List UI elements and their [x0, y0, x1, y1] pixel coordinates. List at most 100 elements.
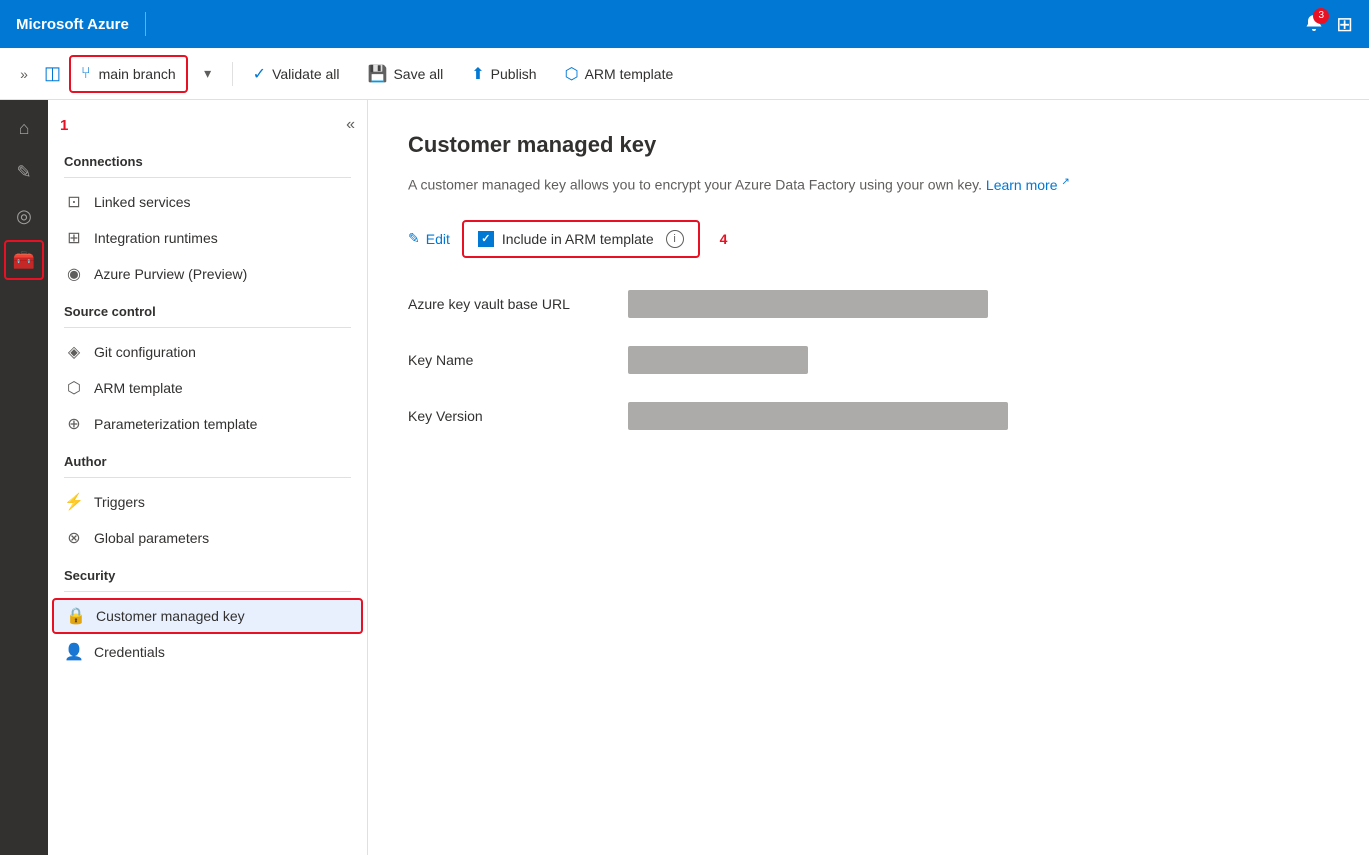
author-section-label: Author: [48, 442, 367, 475]
nav-item-global-parameters[interactable]: ⊗ Global parameters: [48, 520, 367, 556]
publish-icon: ⬆: [471, 64, 484, 84]
key-name-value: [628, 346, 808, 374]
save-all-label: Save all: [393, 66, 443, 82]
nav-item-parameterization-template[interactable]: ⊕ Parameterization template: [48, 406, 367, 442]
notification-badge: 3: [1313, 8, 1329, 24]
main-layout: ⌂ ✎ ◎ 🧰 2 1 « Connections ⊡ Linked servi…: [0, 100, 1369, 855]
git-config-icon: ◈: [64, 342, 84, 362]
home-icon: ⌂: [19, 118, 30, 139]
key-version-label: Key Version: [408, 408, 628, 424]
azure-key-vault-url-field: Azure key vault base URL: [408, 290, 1329, 318]
notification-icon[interactable]: 3: [1304, 13, 1324, 36]
branch-selector[interactable]: ⑂ main branch: [69, 55, 188, 93]
global-params-icon: ⊗: [64, 528, 84, 548]
info-icon-text: i: [673, 233, 675, 245]
key-name-label: Key Name: [408, 352, 628, 368]
security-section-label: Security: [48, 556, 367, 589]
expand-icon: »: [20, 66, 28, 82]
azure-purview-icon: ◉: [64, 264, 84, 284]
edit-row: ✎ Edit ✓ Include in ARM template i 4: [408, 220, 1329, 258]
arm-template-nav-icon: ⬡: [64, 378, 84, 398]
integration-runtimes-icon: ⊞: [64, 228, 84, 248]
edit-button[interactable]: ✎ Edit: [408, 230, 450, 247]
edit-pencil-icon: ✎: [408, 230, 420, 247]
author-icon: ✎: [16, 162, 31, 183]
save-all-button[interactable]: 💾 Save all: [356, 55, 456, 93]
nav-item-triggers[interactable]: ⚡ Triggers: [48, 484, 367, 520]
app-title: Microsoft Azure: [16, 16, 129, 33]
connections-section-label: Connections: [48, 142, 367, 175]
collapse-sidebar-button[interactable]: «: [346, 116, 355, 134]
expand-button[interactable]: »: [8, 58, 40, 90]
linked-services-icon: ⊡: [64, 192, 84, 212]
publish-button[interactable]: ⬆ Publish: [459, 55, 548, 93]
key-version-field: Key Version: [408, 402, 1329, 430]
git-config-label: Git configuration: [94, 344, 196, 360]
nav-item-credentials[interactable]: 👤 Credentials: [48, 634, 367, 670]
param-template-icon: ⊕: [64, 414, 84, 434]
sidebar-item-home[interactable]: ⌂: [4, 108, 44, 148]
include-arm-checkbox[interactable]: ✓: [478, 231, 494, 247]
key-version-value: [628, 402, 1008, 430]
edit-label: Edit: [426, 231, 450, 247]
description-text: A customer managed key allows you to enc…: [408, 177, 982, 193]
param-template-label: Parameterization template: [94, 416, 257, 432]
page-description: A customer managed key allows you to enc…: [408, 174, 1329, 196]
dropdown-icon: ▾: [204, 65, 211, 82]
nav-item-azure-purview[interactable]: ◉ Azure Purview (Preview): [48, 256, 367, 292]
top-bar: Microsoft Azure 3 ⊞: [0, 0, 1369, 48]
nav-item-git-configuration[interactable]: ◈ Git configuration: [48, 334, 367, 370]
nav-item-arm-template[interactable]: ⬡ ARM template: [48, 370, 367, 406]
arm-template-label: ARM template: [585, 66, 674, 82]
nav-sidebar: 1 « Connections ⊡ Linked services ⊞ Inte…: [48, 100, 368, 855]
learn-more-label: Learn more: [986, 177, 1058, 193]
learn-more-link[interactable]: Learn more ↗: [986, 177, 1070, 193]
publish-label: Publish: [491, 66, 537, 82]
arm-template-button[interactable]: ⬡ ARM template: [553, 55, 686, 93]
top-bar-divider: [145, 12, 146, 36]
monitor-icon: ◎: [16, 206, 32, 227]
page-title: Customer managed key: [408, 132, 1329, 158]
sidebar-item-manage[interactable]: 🧰 2: [4, 240, 44, 280]
branch-dropdown-button[interactable]: ▾: [192, 58, 224, 90]
include-arm-label: Include in ARM template: [502, 231, 654, 247]
triggers-label: Triggers: [94, 494, 145, 510]
security-divider: [64, 591, 351, 592]
sidebar-item-author[interactable]: ✎: [4, 152, 44, 192]
connections-divider: [64, 177, 351, 178]
annotation-1: 1: [60, 117, 68, 134]
top-bar-right: 3 ⊞: [1304, 12, 1353, 37]
branch-name: main branch: [99, 66, 176, 82]
source-control-divider: [64, 327, 351, 328]
validate-all-label: Validate all: [272, 66, 339, 82]
sidebar-item-monitor[interactable]: ◎: [4, 196, 44, 236]
credentials-icon: 👤: [64, 642, 84, 662]
toolbar-separator-1: [232, 62, 233, 86]
source-control-section-label: Source control: [48, 292, 367, 325]
integration-runtimes-label: Integration runtimes: [94, 230, 218, 246]
toolbar: » ◫ ⑂ main branch ▾ ✓ Validate all 💾 Sav…: [0, 48, 1369, 100]
nav-sidebar-header: 1 «: [48, 108, 367, 142]
manage-icon: 🧰: [13, 250, 35, 271]
nav-item-linked-services[interactable]: ⊡ Linked services: [48, 184, 367, 220]
azure-key-vault-url-value: [628, 290, 988, 318]
nav-item-integration-runtimes[interactable]: ⊞ Integration runtimes: [48, 220, 367, 256]
azure-key-vault-url-label: Azure key vault base URL: [408, 296, 628, 312]
arm-icon: ⬡: [565, 64, 579, 84]
customer-key-icon: 🔒: [66, 606, 86, 626]
external-link-icon: ↗: [1061, 176, 1069, 187]
validate-all-button[interactable]: ✓ Validate all: [241, 55, 352, 93]
portal-icon[interactable]: ⊞: [1336, 12, 1353, 37]
key-name-field: Key Name: [408, 346, 1329, 374]
checkbox-check-icon: ✓: [481, 232, 490, 245]
azure-purview-label: Azure Purview (Preview): [94, 266, 247, 282]
content-area: Customer managed key A customer managed …: [368, 100, 1369, 855]
customer-key-label: Customer managed key: [96, 608, 245, 624]
include-arm-template-container: ✓ Include in ARM template i: [462, 220, 700, 258]
arm-template-nav-label: ARM template: [94, 380, 183, 396]
global-params-label: Global parameters: [94, 530, 209, 546]
nav-item-customer-managed-key[interactable]: 3 🔒 Customer managed key: [52, 598, 363, 634]
linked-services-label: Linked services: [94, 194, 191, 210]
credentials-label: Credentials: [94, 644, 165, 660]
info-icon[interactable]: i: [666, 230, 684, 248]
